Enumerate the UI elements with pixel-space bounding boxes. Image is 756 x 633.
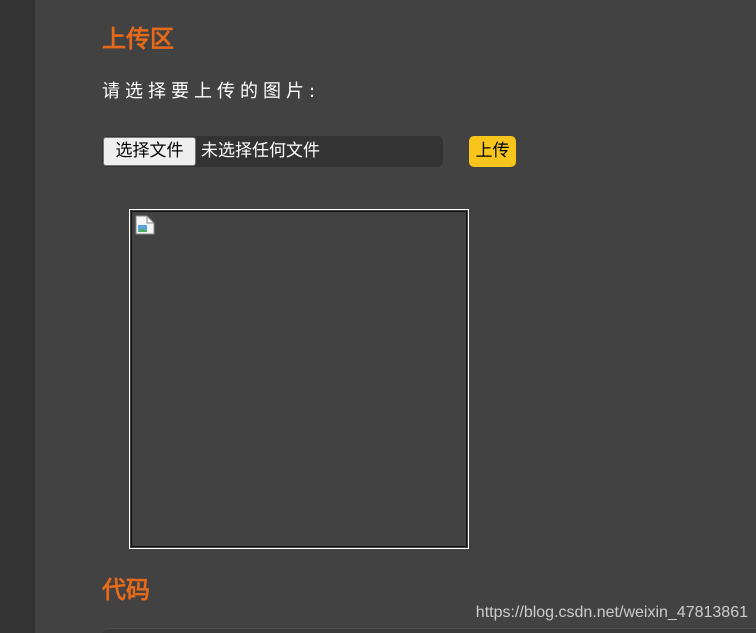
image-preview-frame — [131, 211, 467, 547]
code-section-title: 代码 — [102, 576, 150, 604]
upload-section-title: 上传区 — [102, 25, 174, 53]
file-status-text: 未选择任何文件 — [201, 141, 320, 161]
broken-image-icon — [135, 215, 155, 235]
choose-file-button[interactable]: 选择文件 — [103, 137, 196, 166]
left-gutter — [0, 0, 35, 633]
image-preview — [129, 209, 469, 549]
code-block — [102, 628, 756, 633]
page: 上传区 请选择要上传的图片: 选择文件 未选择任何文件 上传 代码 https:… — [0, 0, 756, 633]
upload-button[interactable]: 上传 — [469, 136, 516, 167]
upload-prompt: 请选择要上传的图片: — [102, 81, 321, 102]
watermark-text: https://blog.csdn.net/weixin_47813861 — [475, 604, 748, 621]
file-input[interactable]: 选择文件 未选择任何文件 — [102, 136, 443, 167]
